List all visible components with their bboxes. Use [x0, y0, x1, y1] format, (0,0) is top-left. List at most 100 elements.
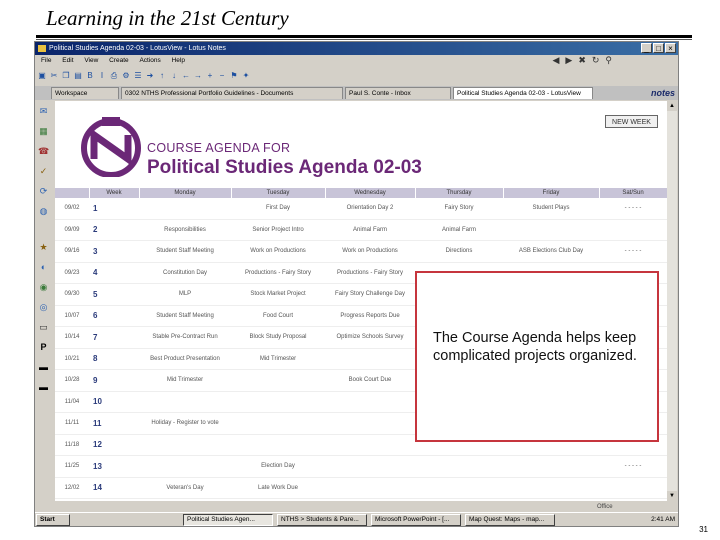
right-icon[interactable]: → [193, 71, 203, 81]
todo-icon[interactable]: ✓ [38, 166, 49, 177]
maximize-button[interactable]: □ [653, 43, 664, 53]
address-book-icon[interactable]: ☎ [38, 146, 49, 157]
new-week-button[interactable]: NEW WEEK [605, 115, 658, 128]
star-icon[interactable]: ✦ [241, 71, 251, 81]
menu-view[interactable]: View [84, 57, 98, 64]
tab-political-studies[interactable]: Political Studies Agenda 02-03 - LotusVi… [453, 87, 593, 99]
agenda-cell[interactable] [503, 477, 599, 499]
minimize-button[interactable]: _ [641, 43, 652, 53]
menu-create[interactable]: Create [109, 57, 129, 64]
agenda-cell[interactable] [325, 477, 415, 499]
cut-icon[interactable]: ✂ [49, 71, 59, 81]
search-icon[interactable]: ⚲ [605, 55, 618, 65]
taskbar-mapquest[interactable]: Map Quest: Maps - map... [465, 514, 555, 526]
agenda-cell[interactable] [325, 434, 415, 456]
monitor-icon[interactable]: ▭ [38, 322, 49, 333]
agenda-cell[interactable] [139, 455, 231, 478]
agenda-cell[interactable]: - - - - - [599, 240, 667, 263]
agenda-cell[interactable]: Veteran's Day [139, 477, 231, 499]
agenda-cell[interactable] [231, 391, 325, 413]
agenda-cell[interactable] [503, 219, 599, 241]
globe-icon[interactable]: ◎ [38, 302, 49, 313]
bold-icon[interactable]: B [85, 71, 95, 81]
document-icon[interactable]: P [38, 342, 49, 353]
replicator-icon[interactable]: ⟳ [38, 186, 49, 197]
agenda-cell[interactable]: Student Staff Meeting [139, 240, 231, 263]
open-icon[interactable]: ▣ [37, 71, 47, 81]
agenda-cell[interactable]: Productions - Fairy Story [325, 262, 415, 284]
list-icon[interactable]: ☰ [133, 71, 143, 81]
minus-icon[interactable]: − [217, 71, 227, 81]
menu-file[interactable]: File [41, 57, 51, 64]
agenda-cell[interactable] [139, 198, 231, 220]
table-row[interactable]: 09/02 1 First Day Orientation Day 2 Fairy St… [55, 198, 667, 220]
agenda-cell[interactable]: Directions [415, 240, 503, 263]
agenda-cell[interactable]: Book Court Due [325, 369, 415, 392]
agenda-cell[interactable] [325, 348, 415, 370]
agenda-cell[interactable]: Student Plays [503, 198, 599, 220]
stop-icon[interactable]: ✖ [578, 55, 592, 65]
tab-inbox[interactable]: Paul S. Conte - Inbox [345, 87, 451, 99]
favorites-icon[interactable]: ★ [38, 242, 49, 253]
tab-portfolio-guidelines[interactable]: 0302 NTHS Professional Portfolio Guideli… [121, 87, 343, 99]
agenda-cell[interactable]: MLP [139, 283, 231, 306]
agenda-cell[interactable] [325, 412, 415, 435]
agenda-cell[interactable]: Senior Project Intro [231, 219, 325, 241]
scroll-up-icon[interactable]: ▲ [667, 101, 677, 111]
table-row[interactable]: 12/02 14 Veteran's Day Late Work Due [55, 477, 667, 499]
agenda-cell[interactable]: Work on Productions [325, 240, 415, 263]
refresh-icon[interactable]: ↻ [592, 55, 606, 65]
agenda-cell[interactable] [139, 434, 231, 456]
forward-icon[interactable]: ▶ [565, 55, 578, 65]
agenda-cell[interactable]: Best Product Presentation [139, 348, 231, 370]
briefcase-icon[interactable]: ▬ [38, 362, 49, 373]
agenda-cell[interactable] [231, 434, 325, 456]
agenda-cell[interactable] [415, 455, 503, 478]
table-row[interactable]: 09/09 2 Responsibilities Senior Project Int… [55, 219, 667, 241]
table-row[interactable]: 11/25 13 Election Day - - - - - [55, 455, 667, 478]
agenda-cell[interactable]: Fairy Story [415, 198, 503, 220]
agenda-cell[interactable]: Food Court [231, 305, 325, 327]
agenda-cell[interactable] [231, 369, 325, 392]
agenda-cell[interactable]: Productions - Fairy Story [231, 262, 325, 284]
menu-help[interactable]: Help [172, 57, 185, 64]
taskbar-powerpoint[interactable]: Microsoft PowerPoint - [... [371, 514, 461, 526]
menu-actions[interactable]: Actions [139, 57, 160, 64]
status-location[interactable]: Office [597, 502, 613, 512]
agenda-cell[interactable]: Mid Trimester [231, 348, 325, 370]
agenda-cell[interactable] [503, 455, 599, 478]
up-icon[interactable]: ↑ [157, 71, 167, 81]
table-row[interactable]: 09/16 3 Student Staff Meeting Work on Produ… [55, 240, 667, 263]
agenda-cell[interactable]: Work on Productions [231, 240, 325, 263]
agenda-cell[interactable]: Progress Reports Due [325, 305, 415, 327]
tab-workspace[interactable]: Workspace [51, 87, 119, 99]
copy-icon[interactable]: ❐ [61, 71, 71, 81]
menu-edit[interactable]: Edit [62, 57, 73, 64]
agenda-cell[interactable]: Student Staff Meeting [139, 305, 231, 327]
agenda-cell[interactable]: Mid Trimester [139, 369, 231, 392]
agenda-cell[interactable]: Optimize Schools Survey [325, 326, 415, 349]
agenda-cell[interactable] [325, 391, 415, 413]
agenda-cell[interactable]: Orientation Day 2 [325, 198, 415, 220]
back-icon[interactable]: ◀ [552, 55, 565, 65]
agenda-cell[interactable]: First Day [231, 198, 325, 220]
agenda-cell[interactable] [599, 477, 667, 499]
mail-icon[interactable]: ✉ [38, 106, 49, 117]
taskbar-nths[interactable]: NTHS > Students & Pare... [277, 514, 367, 526]
databases-icon[interactable]: ◐ [38, 262, 49, 273]
agenda-cell[interactable]: Responsibilities [139, 219, 231, 241]
arrow-icon[interactable]: ➜ [145, 71, 155, 81]
taskbar-political-studies[interactable]: Political Studies Agen... [183, 514, 273, 526]
agenda-cell[interactable] [599, 219, 667, 241]
close-button[interactable]: × [665, 43, 676, 53]
agenda-cell[interactable]: Stock Market Project [231, 283, 325, 306]
vertical-scrollbar[interactable]: ▲ ▼ [667, 101, 677, 501]
scroll-down-icon[interactable]: ▼ [667, 491, 677, 501]
agenda-cell[interactable]: - - - - - [599, 198, 667, 220]
agenda-cell[interactable] [415, 477, 503, 499]
calendar-icon[interactable]: ▦ [38, 126, 49, 137]
flag-icon[interactable]: ⚑ [229, 71, 239, 81]
agenda-cell[interactable]: Holiday - Register to vote [139, 412, 231, 435]
italic-icon[interactable]: I [97, 71, 107, 81]
agenda-cell[interactable] [139, 391, 231, 413]
